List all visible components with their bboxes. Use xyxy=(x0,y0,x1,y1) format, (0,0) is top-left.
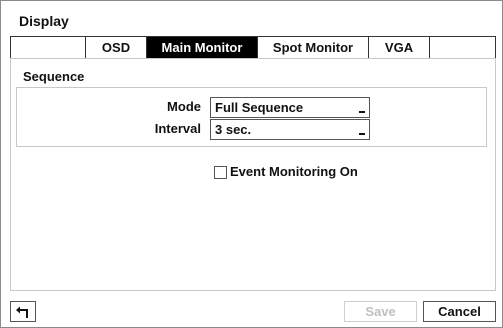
dialog-title: Display xyxy=(19,13,69,29)
tab-spacer xyxy=(10,36,86,59)
save-button[interactable]: Save xyxy=(344,301,417,322)
event-monitoring-label[interactable]: Event Monitoring On xyxy=(230,164,358,179)
dropdown-arrow-icon xyxy=(359,133,365,135)
event-monitoring-checkbox[interactable] xyxy=(214,166,227,179)
cancel-button[interactable]: Cancel xyxy=(423,301,496,322)
return-arrow-icon xyxy=(16,306,28,318)
tab-spot-monitor[interactable]: Spot Monitor xyxy=(257,36,369,59)
mode-label: Mode xyxy=(167,99,201,114)
interval-label: Interval xyxy=(154,121,201,136)
mode-dropdown[interactable]: Full Sequence xyxy=(210,97,370,118)
back-button[interactable] xyxy=(10,301,36,322)
tab-main-monitor[interactable]: Main Monitor xyxy=(146,36,258,59)
mode-value: Full Sequence xyxy=(215,100,304,115)
interval-dropdown[interactable]: 3 sec. xyxy=(210,119,370,140)
tab-vga[interactable]: VGA xyxy=(368,36,430,59)
display-dialog: Display OSD Main Monitor Spot Monitor VG… xyxy=(0,0,503,328)
dropdown-arrow-icon xyxy=(359,111,365,113)
tab-spacer-right xyxy=(429,36,496,59)
interval-value: 3 sec. xyxy=(215,122,252,137)
sequence-section-title: Sequence xyxy=(23,69,85,84)
tab-osd[interactable]: OSD xyxy=(85,36,147,59)
